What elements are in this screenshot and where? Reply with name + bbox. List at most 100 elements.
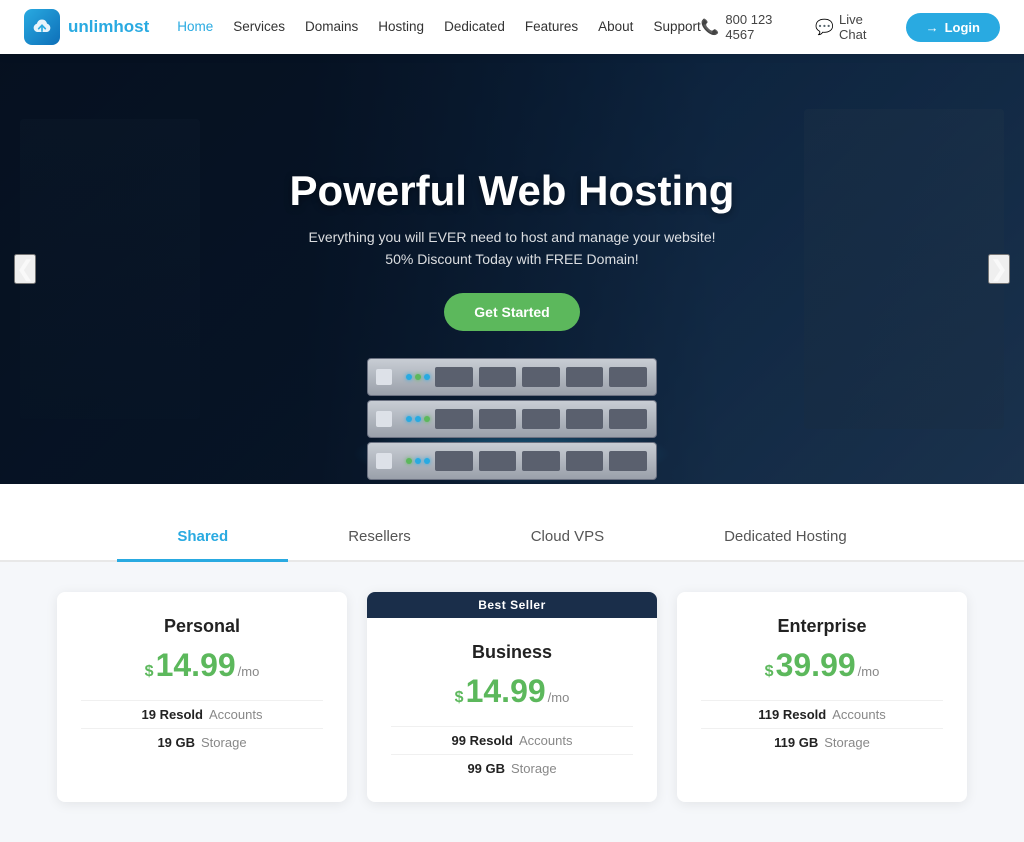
hero-prev-button[interactable]: ❮: [14, 254, 36, 284]
server-dots-1: [406, 374, 430, 380]
server-illustration: [367, 358, 657, 484]
feature-value-5: 119 Resold: [758, 707, 826, 722]
price-mo-business: /mo: [548, 690, 570, 705]
logo-icon: [24, 9, 60, 45]
logo[interactable]: unlimhost: [24, 9, 149, 45]
server-dot-6: [424, 458, 430, 464]
plan-personal-inner: Personal $ 14.99 /mo 19 Resold Accounts …: [57, 592, 347, 776]
server-dot-green-3: [406, 458, 412, 464]
price-amount-personal: 14.99: [156, 647, 236, 684]
plan-business-feature-2: 99 GB Storage: [391, 754, 633, 782]
price-dollar-business: $: [455, 689, 464, 707]
phone-number: 📞 800 123 4567: [701, 12, 800, 42]
get-started-button[interactable]: Get Started: [444, 293, 579, 331]
server-dots-2: [406, 416, 430, 422]
plans-grid: Personal $ 14.99 /mo 19 Resold Accounts …: [40, 592, 984, 802]
hero-title: Powerful Web Hosting: [290, 167, 735, 215]
plan-business-feature-1: 99 Resold Accounts: [391, 726, 633, 754]
server-dot-4: [415, 416, 421, 422]
login-icon: →: [926, 20, 939, 35]
plans-section: Personal $ 14.99 /mo 19 Resold Accounts …: [0, 562, 1024, 842]
hero-subtitle2: 50% Discount Today with FREE Domain!: [290, 251, 735, 267]
server-slot-4: [566, 367, 604, 387]
server-slot-9: [566, 409, 604, 429]
plan-personal-feature-2: 19 GB Storage: [81, 728, 323, 756]
server-slot-8: [522, 409, 560, 429]
price-dollar-personal: $: [145, 663, 154, 681]
best-seller-badge: Best Seller: [367, 592, 657, 618]
plan-enterprise-feature-2: 119 GB Storage: [701, 728, 943, 756]
server-dot-5: [415, 458, 421, 464]
chat-icon: 💬: [815, 18, 834, 36]
tabs-header: Shared Resellers Cloud VPS Dedicated Hos…: [0, 514, 1024, 562]
navbar-right: 📞 800 123 4567 💬 Live Chat → Login: [701, 12, 1000, 42]
server-slot-12: [479, 451, 517, 471]
hero-content: Powerful Web Hosting Everything you will…: [270, 167, 755, 331]
server-dots-3: [406, 458, 430, 464]
live-chat-button[interactable]: 💬 Live Chat: [815, 12, 889, 42]
server-dot: [406, 374, 412, 380]
nav-dedicated[interactable]: Dedicated: [444, 19, 505, 34]
hero-next-button[interactable]: ❯: [988, 254, 1010, 284]
nav-features[interactable]: Features: [525, 19, 578, 34]
nav-hosting[interactable]: Hosting: [378, 19, 424, 34]
nav-services[interactable]: Services: [233, 19, 285, 34]
tab-dedicated[interactable]: Dedicated Hosting: [664, 514, 907, 562]
plan-enterprise-inner: Enterprise $ 39.99 /mo 119 Resold Accoun…: [677, 592, 967, 776]
server-dot-2: [424, 374, 430, 380]
price-mo-personal: /mo: [238, 664, 260, 679]
nav-about[interactable]: About: [598, 19, 633, 34]
feature-label-1: Accounts: [209, 707, 262, 722]
plan-business: Best Seller Business $ 14.99 /mo 99 Reso…: [367, 592, 657, 802]
plan-personal-price: $ 14.99 /mo: [81, 647, 323, 684]
plan-enterprise-feature-1: 119 Resold Accounts: [701, 700, 943, 728]
plan-enterprise: Enterprise $ 39.99 /mo 119 Resold Accoun…: [677, 592, 967, 802]
feature-label-3: Accounts: [519, 733, 572, 748]
phone-icon: 📞: [701, 18, 720, 36]
nav-support[interactable]: Support: [653, 19, 700, 34]
price-dollar-enterprise: $: [765, 663, 774, 681]
hero-subtitle1: Everything you will EVER need to host an…: [290, 229, 735, 245]
plan-personal-feature-1: 19 Resold Accounts: [81, 700, 323, 728]
tab-shared[interactable]: Shared: [117, 514, 288, 562]
navbar-left: unlimhost Home Services Domains Hosting …: [24, 9, 701, 45]
feature-value-3: 99 Resold: [452, 733, 513, 748]
plan-business-price: $ 14.99 /mo: [391, 673, 633, 710]
plan-business-name: Business: [391, 642, 633, 663]
login-button[interactable]: → Login: [906, 13, 1000, 42]
server-slot-2: [479, 367, 517, 387]
server-slot-13: [522, 451, 560, 471]
tab-cloud-vps[interactable]: Cloud VPS: [471, 514, 664, 562]
server-dot-green-2: [424, 416, 430, 422]
server-dot-green: [415, 374, 421, 380]
server-slot: [435, 367, 473, 387]
nav-home[interactable]: Home: [177, 19, 213, 34]
logo-text: unlimhost: [68, 17, 149, 37]
feature-label-2: Storage: [201, 735, 247, 750]
plan-business-inner: Business $ 14.99 /mo 99 Resold Accounts …: [367, 618, 657, 802]
server-slot-15: [609, 451, 647, 471]
feature-label-6: Storage: [824, 735, 870, 750]
tab-resellers[interactable]: Resellers: [288, 514, 471, 562]
feature-value-6: 119 GB: [774, 735, 818, 750]
server-slot-11: [435, 451, 473, 471]
price-amount-business: 14.99: [466, 673, 546, 710]
server-dot-3: [406, 416, 412, 422]
feature-value-1: 19 Resold: [142, 707, 203, 722]
plan-personal: Personal $ 14.99 /mo 19 Resold Accounts …: [57, 592, 347, 802]
feature-value-4: 99 GB: [467, 761, 505, 776]
hero-section: Powerful Web Hosting Everything you will…: [0, 54, 1024, 484]
server-slot-7: [479, 409, 517, 429]
plan-enterprise-price: $ 39.99 /mo: [701, 647, 943, 684]
price-amount-enterprise: 39.99: [776, 647, 856, 684]
nav-domains[interactable]: Domains: [305, 19, 358, 34]
server-unit-3: [367, 442, 657, 480]
price-mo-enterprise: /mo: [858, 664, 880, 679]
tabs-section: Shared Resellers Cloud VPS Dedicated Hos…: [0, 484, 1024, 562]
nav-links: Home Services Domains Hosting Dedicated …: [177, 18, 701, 36]
server-unit-1: [367, 358, 657, 396]
server-slot-10: [609, 409, 647, 429]
feature-label-4: Storage: [511, 761, 557, 776]
server-slot-5: [609, 367, 647, 387]
plan-enterprise-name: Enterprise: [701, 616, 943, 637]
